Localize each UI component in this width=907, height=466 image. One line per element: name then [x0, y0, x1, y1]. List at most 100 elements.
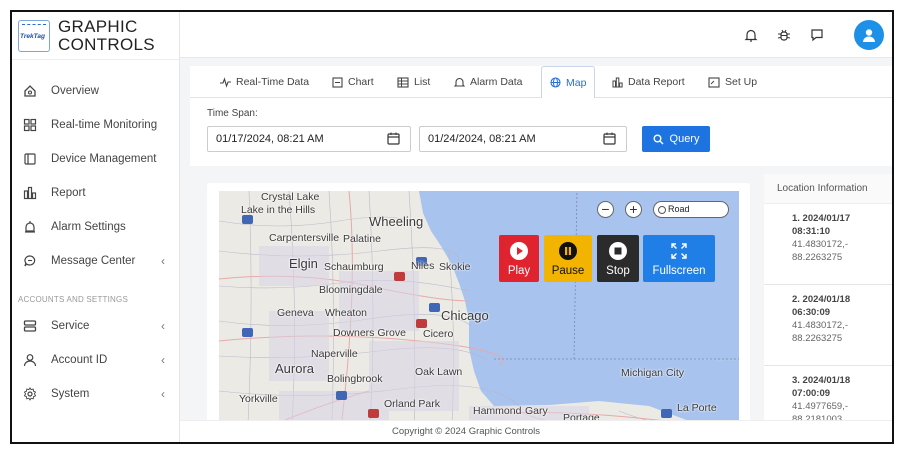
- zoom-out-button[interactable]: −: [597, 201, 614, 218]
- map-label: Schaumburg: [324, 261, 384, 273]
- chevron-left-icon: ‹: [161, 254, 165, 268]
- sidebar-item-message-center[interactable]: Message Center ‹: [12, 244, 179, 278]
- map-label: Skokie: [439, 261, 471, 273]
- chat-icon[interactable]: [809, 27, 825, 43]
- stop-button[interactable]: Stop: [597, 235, 639, 282]
- brand[interactable]: TrekTag GRAPHIC CONTROLS: [12, 12, 179, 60]
- fullscreen-button[interactable]: Fullscreen: [643, 235, 715, 282]
- map-style-select[interactable]: Road: [653, 201, 729, 218]
- location-entry[interactable]: 1. 2024/01/17 08:31:10 41.4830172,- 88.2…: [764, 204, 892, 285]
- sidebar-item-label: Message Center: [51, 255, 136, 267]
- sidebar-item-label: Report: [51, 187, 86, 199]
- sidebar-item-overview[interactable]: Overview: [12, 74, 179, 108]
- map-label: Geneva: [277, 307, 314, 319]
- location-info-title: Location Information: [764, 174, 892, 204]
- sidebar-item-label: Overview: [51, 85, 99, 97]
- map-label: Wheaton: [325, 307, 368, 319]
- zoom-in-button[interactable]: +: [625, 201, 642, 218]
- tab-map[interactable]: Map: [541, 66, 596, 99]
- chevron-left-icon: ‹: [161, 319, 165, 333]
- map-view[interactable]: Crystal Lake Lake in the Hills Wheeling …: [219, 191, 739, 442]
- topbar: [180, 12, 892, 58]
- time-span-label: Time Span:: [207, 108, 258, 119]
- chart-icon: [332, 76, 343, 88]
- map-label: Naperville: [311, 348, 358, 360]
- pause-button[interactable]: Pause: [544, 235, 592, 282]
- entry-lat: 41.4977659,-: [792, 401, 848, 412]
- footer: Copyright © 2024 Graphic Controls: [180, 420, 892, 442]
- highway-shield: [661, 409, 672, 418]
- tab-list[interactable]: List: [397, 66, 430, 98]
- sidebar-item-report[interactable]: Report: [12, 176, 179, 210]
- entry-time: 07:00:09: [792, 388, 831, 399]
- chevron-left-icon: ‹: [161, 387, 165, 401]
- sidebar-item-device-management[interactable]: Device Management: [12, 142, 179, 176]
- sidebar-item-account-id[interactable]: Account ID ‹: [12, 343, 179, 377]
- location-entry[interactable]: 2. 2024/01/18 06:30:09 41.4830172,- 88.2…: [764, 285, 892, 366]
- sidebar-item-label: Service: [51, 320, 90, 332]
- tab-label: Data Report: [628, 76, 685, 88]
- entry-lat: 41.4830172,-: [792, 320, 848, 331]
- brand-name: GRAPHIC CONTROLS: [58, 16, 155, 54]
- tab-set-up[interactable]: Set Up: [708, 66, 757, 98]
- query-button[interactable]: Query: [642, 126, 710, 152]
- start-datetime-input[interactable]: 01/17/2024, 08:21 AM: [207, 126, 411, 152]
- end-datetime-input[interactable]: 01/24/2024, 08:21 AM: [419, 126, 627, 152]
- gear-icon: [23, 387, 37, 401]
- start-datetime-value: 01/17/2024, 08:21 AM: [216, 133, 324, 145]
- pulse-icon: [220, 76, 231, 88]
- trektag-logo: TrekTag: [18, 19, 50, 52]
- tab-real-time-data[interactable]: Real-Time Data: [220, 66, 309, 98]
- section-header: ACCOUNTS AND SETTINGS: [18, 295, 128, 304]
- play-button[interactable]: Play: [499, 235, 539, 282]
- calendar-icon[interactable]: [603, 132, 616, 148]
- query-label: Query: [669, 133, 700, 145]
- grid-icon: [23, 118, 37, 132]
- highway-shield: [368, 409, 379, 418]
- highway-shield: [429, 303, 440, 312]
- tab-data-report[interactable]: Data Report: [612, 66, 685, 98]
- brand-line1: GRAPHIC: [58, 16, 138, 36]
- tab-alarm-data[interactable]: Alarm Data: [454, 66, 523, 98]
- bell-icon: [454, 77, 465, 88]
- map-label: Chicago: [441, 308, 489, 323]
- map-label: Michigan City: [621, 367, 685, 379]
- map-label: Niles: [411, 260, 435, 272]
- sidebar: TrekTag GRAPHIC CONTROLS Overview Real-t…: [12, 12, 180, 442]
- highway-shield: [336, 391, 347, 400]
- tab-chart[interactable]: Chart: [332, 66, 374, 98]
- tab-label: List: [414, 76, 431, 88]
- entry-lon: 88.2263275: [792, 252, 843, 263]
- sidebar-item-service[interactable]: Service ‹: [12, 309, 179, 343]
- app-frame: TrekTag GRAPHIC CONTROLS Overview Real-t…: [10, 10, 894, 444]
- sidebar-item-label: System: [51, 388, 90, 400]
- sidebar-item-realtime-monitoring[interactable]: Real-time Monitoring: [12, 108, 179, 142]
- location-info-panel: Location Information 1. 2024/01/17 08:31…: [764, 174, 892, 442]
- map-label: Oak Lawn: [415, 366, 463, 378]
- device-icon: [23, 152, 37, 166]
- end-datetime-value: 01/24/2024, 08:21 AM: [428, 133, 536, 145]
- map-label: Aurora: [275, 361, 315, 376]
- avatar-icon[interactable]: [854, 20, 884, 50]
- map-label: Carpentersville: [269, 232, 340, 244]
- stop-icon: [609, 242, 627, 260]
- sidebar-item-system[interactable]: System ‹: [12, 377, 179, 411]
- play-label: Play: [507, 265, 531, 277]
- highway-shield: [242, 215, 253, 224]
- bug-icon[interactable]: [776, 27, 792, 43]
- entry-lon: 88.2263275: [792, 333, 843, 344]
- sidebar-item-alarm-settings[interactable]: Alarm Settings: [12, 210, 179, 244]
- tab-label: Set Up: [725, 76, 758, 88]
- tab-label: Map: [566, 76, 587, 89]
- map-label: La Porte: [677, 402, 717, 414]
- report-icon: [23, 186, 37, 200]
- map-card: Crystal Lake Lake in the Hills Wheeling …: [207, 183, 750, 442]
- tab-label: Alarm Data: [470, 76, 523, 88]
- bell-icon[interactable]: [743, 27, 759, 43]
- map-label: Wheeling: [369, 214, 424, 229]
- map-label: Orland Park: [384, 398, 441, 410]
- entry-date: 1. 2024/01/17: [792, 213, 851, 224]
- calendar-icon[interactable]: [387, 132, 400, 148]
- tab-bar: Real-Time Data Chart List Alarm Data Map…: [190, 66, 892, 99]
- alarm-icon: [23, 220, 37, 234]
